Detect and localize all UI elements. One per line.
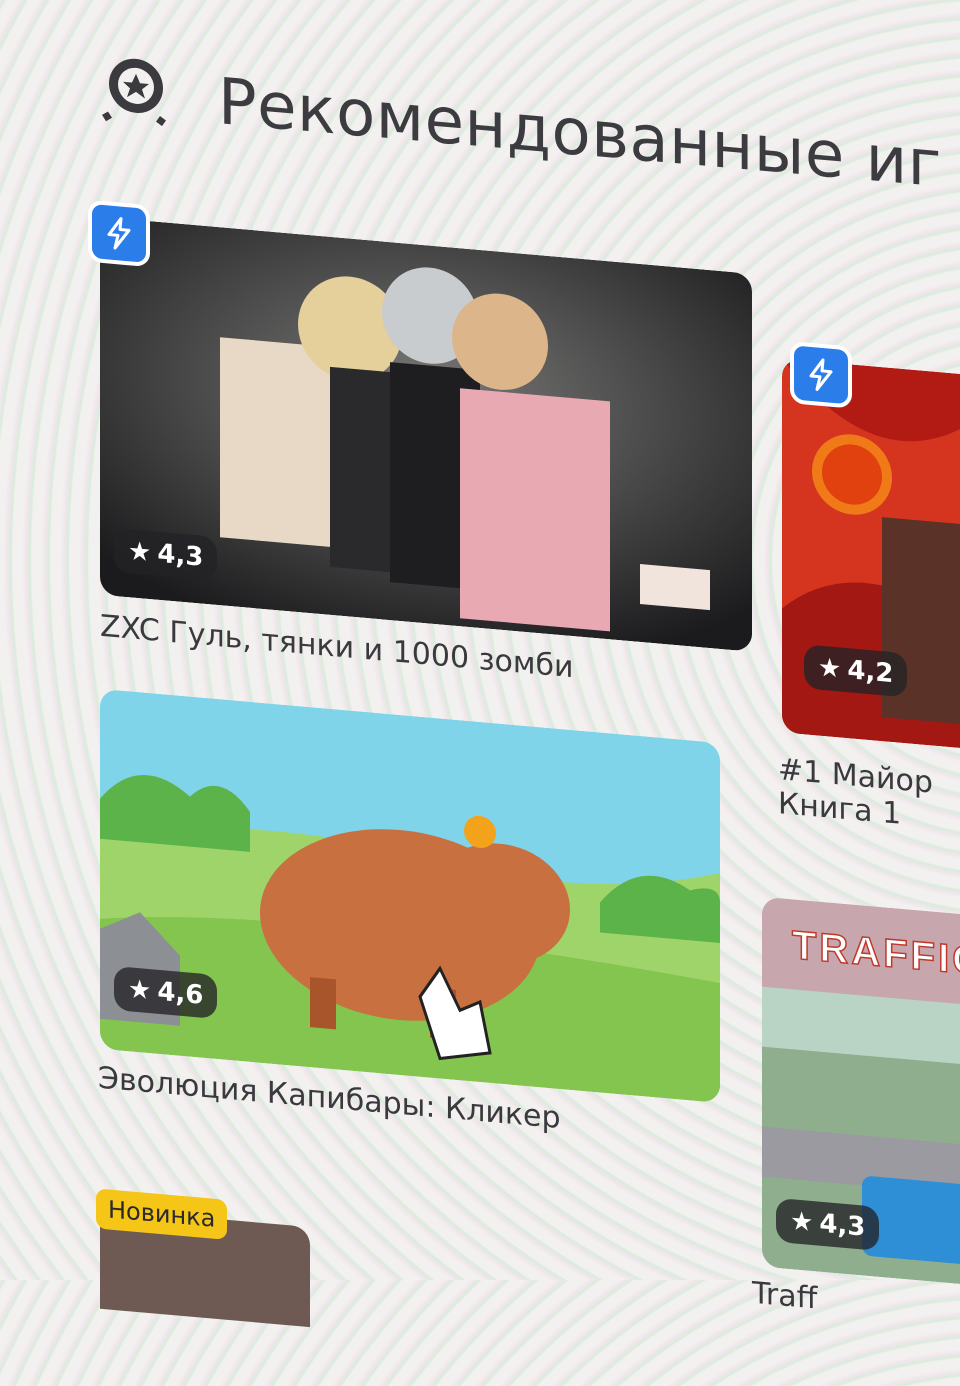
star-icon: ★ bbox=[790, 1206, 814, 1239]
game-title[interactable]: Traff bbox=[752, 1276, 817, 1318]
lightning-icon bbox=[107, 217, 131, 250]
game-card-zxc[interactable]: ★ 4,3 ZXC Гуль, тянки и 1000 зомби bbox=[88, 199, 756, 736]
lightning-icon bbox=[809, 358, 833, 391]
rating-value: 4,3 bbox=[819, 1208, 866, 1243]
game-card-traffic[interactable]: TRAFFIC ★ 4,3 Traff bbox=[752, 896, 960, 1364]
rating-badge: ★ 4,3 bbox=[776, 1197, 880, 1251]
star-badge-icon bbox=[96, 48, 176, 135]
game-thumbnail[interactable] bbox=[100, 688, 720, 1103]
game-thumbnail[interactable] bbox=[100, 216, 752, 652]
lightning-badge bbox=[88, 199, 150, 268]
game-card-capybara[interactable]: ★ 4,6 Эволюция Капибары: Кликер bbox=[96, 688, 726, 1203]
section-header: Рекомендованные иг bbox=[96, 48, 960, 214]
rating-badge: ★ 4,6 bbox=[114, 965, 218, 1020]
rating-badge: ★ 4,2 bbox=[804, 644, 908, 698]
game-card-new[interactable]: Новинка bbox=[96, 1188, 316, 1328]
rating-value: 4,6 bbox=[157, 976, 204, 1011]
rating-value: 4,3 bbox=[157, 538, 204, 573]
rating-value: 4,2 bbox=[847, 655, 894, 690]
lightning-badge bbox=[790, 341, 852, 409]
section-title: Рекомендованные иг bbox=[218, 65, 942, 203]
games-screen: Рекомендованные иг ★ 4,3 ZXC Гуль, тянки… bbox=[0, 0, 960, 1364]
star-icon: ★ bbox=[128, 536, 152, 569]
rating-badge: ★ 4,3 bbox=[114, 527, 218, 582]
star-icon: ★ bbox=[128, 974, 152, 1007]
game-card-major[interactable]: ★ 4,2 #1 Майор Книга 1 bbox=[778, 338, 960, 914]
star-icon: ★ bbox=[818, 652, 842, 685]
